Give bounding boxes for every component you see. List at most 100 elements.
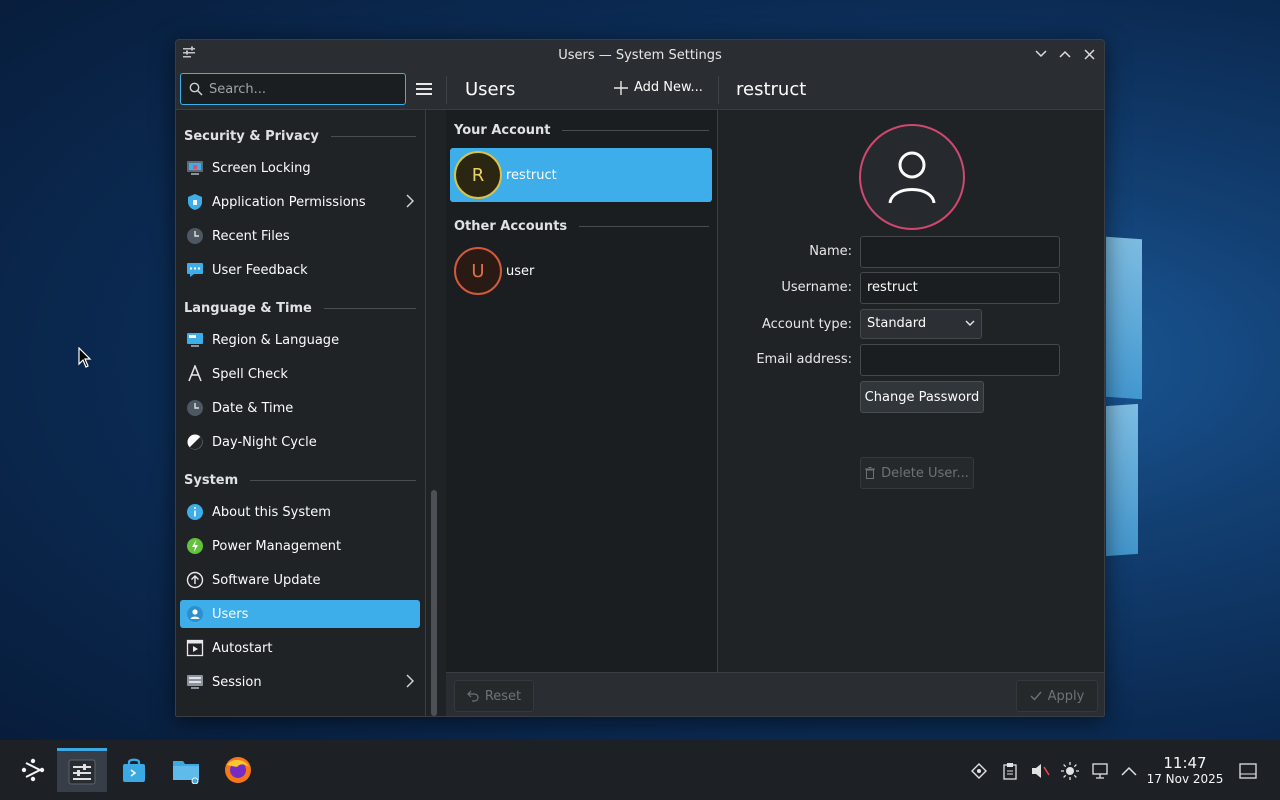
sidebar-item-label: Application Permissions bbox=[212, 194, 366, 210]
show-desktop-icon[interactable] bbox=[1237, 760, 1259, 782]
kde-connect-icon[interactable] bbox=[968, 760, 990, 782]
digital-clock[interactable]: 11:47 17 Nov 2025 bbox=[1140, 754, 1230, 786]
network-icon[interactable] bbox=[1089, 760, 1111, 782]
title-bar[interactable]: Users — System Settings bbox=[176, 40, 1104, 70]
user-avatar-button[interactable] bbox=[859, 124, 965, 230]
settings-app-icon bbox=[68, 759, 96, 784]
chevron-up-icon[interactable] bbox=[1118, 760, 1140, 782]
sidebar-item-about-system[interactable]: About this System bbox=[180, 498, 420, 526]
sidebar-item-power-management[interactable]: Power Management bbox=[180, 532, 420, 560]
minimize-button[interactable] bbox=[1032, 45, 1050, 63]
screen-lock-icon bbox=[186, 159, 204, 177]
sidebar-item-application-permissions[interactable]: Application Permissions bbox=[180, 188, 420, 216]
users-icon bbox=[186, 605, 204, 623]
sidebar-item-label: About this System bbox=[212, 504, 331, 520]
sidebar-scrollbar[interactable] bbox=[431, 490, 437, 716]
email-row: Email address: bbox=[718, 344, 1104, 376]
power-icon bbox=[186, 537, 204, 555]
sidebar-item-region-language[interactable]: Region & Language bbox=[180, 326, 420, 354]
search-icon bbox=[189, 82, 203, 96]
your-account-header: Your Account bbox=[454, 123, 709, 138]
sidebar-item-user-feedback[interactable]: User Feedback bbox=[180, 256, 420, 284]
sidebar-item-label: Users bbox=[212, 606, 249, 622]
taskbar-file-manager[interactable] bbox=[161, 748, 211, 792]
taskbar-system-settings[interactable] bbox=[57, 748, 107, 792]
username-row: Username: restruct bbox=[718, 272, 1104, 304]
account-item-user[interactable]: U user bbox=[450, 244, 712, 298]
sidebar-item-screen-locking[interactable]: Screen Locking bbox=[180, 154, 420, 182]
sidebar-item-label: Software Update bbox=[212, 572, 321, 588]
taskbar-discover[interactable] bbox=[109, 748, 159, 792]
avatar: U bbox=[454, 247, 502, 295]
username-field[interactable]: restruct bbox=[860, 272, 1060, 304]
close-button[interactable] bbox=[1080, 45, 1098, 63]
toolbar-divider bbox=[446, 76, 447, 104]
sidebar-item-day-night-cycle[interactable]: Day-Night Cycle bbox=[180, 428, 420, 456]
account-list: Your Account R restruct Other Accounts U… bbox=[446, 110, 718, 672]
folder-icon bbox=[173, 761, 199, 784]
brightness-icon[interactable] bbox=[1059, 760, 1081, 782]
name-row: Name: bbox=[718, 236, 1104, 268]
detail-title: restruct bbox=[736, 79, 807, 100]
trash-icon bbox=[865, 467, 876, 479]
delete-user-button[interactable]: Delete User... bbox=[860, 457, 974, 489]
sidebar-item-date-time[interactable]: Date & Time bbox=[180, 394, 420, 422]
clock-date: 17 Nov 2025 bbox=[1146, 772, 1224, 786]
reset-button[interactable]: Reset bbox=[454, 680, 534, 712]
account-type-select[interactable]: Standard bbox=[860, 309, 982, 339]
sidebar-item-label: Screen Locking bbox=[212, 160, 311, 176]
email-field[interactable] bbox=[860, 344, 1060, 376]
firefox-icon bbox=[225, 757, 251, 783]
search-input[interactable] bbox=[209, 81, 389, 97]
close-icon bbox=[1083, 48, 1095, 60]
apply-button[interactable]: Apply bbox=[1016, 680, 1098, 712]
clipboard-icon[interactable] bbox=[999, 760, 1021, 782]
name-field[interactable] bbox=[860, 236, 1060, 268]
account-type-value: Standard bbox=[867, 316, 927, 331]
undo-icon bbox=[466, 690, 479, 702]
avatar: R bbox=[454, 151, 502, 199]
update-icon bbox=[186, 571, 204, 589]
add-new-button[interactable]: Add New... bbox=[614, 80, 703, 95]
chevron-right-icon bbox=[406, 194, 414, 208]
taskbar-firefox[interactable] bbox=[213, 748, 263, 792]
change-password-button[interactable]: Change Password bbox=[860, 381, 984, 413]
checkmark-icon bbox=[1030, 691, 1042, 701]
sidebar-item-software-update[interactable]: Software Update bbox=[180, 566, 420, 594]
sidebar-item-label: Date & Time bbox=[212, 400, 294, 416]
taskbar: 11:47 17 Nov 2025 bbox=[0, 740, 1280, 800]
sidebar-item-autostart[interactable]: Autostart bbox=[180, 634, 420, 662]
username-label: Username: bbox=[781, 280, 852, 295]
other-accounts-header: Other Accounts bbox=[454, 219, 709, 234]
sidebar-item-label: Region & Language bbox=[212, 332, 340, 348]
sidebar-item-recent-files[interactable]: Recent Files bbox=[180, 222, 420, 250]
day-night-icon bbox=[186, 433, 204, 451]
sidebar-item-label: Power Management bbox=[212, 538, 342, 554]
clock-time: 11:47 bbox=[1163, 754, 1207, 772]
add-new-label: Add New... bbox=[634, 80, 703, 95]
sidebar-item-label: User Feedback bbox=[212, 262, 308, 278]
wallpaper-pane bbox=[1106, 403, 1138, 557]
sidebar-item-label: Spell Check bbox=[212, 366, 288, 382]
search-box[interactable] bbox=[180, 73, 406, 105]
section-header-security: Security & Privacy bbox=[184, 129, 416, 144]
spellcheck-icon bbox=[186, 365, 204, 383]
settings-app-icon[interactable] bbox=[182, 46, 196, 60]
sidebar-item-session[interactable]: Session bbox=[180, 668, 420, 696]
sidebar-item-users[interactable]: Users bbox=[180, 600, 420, 628]
toolbar-divider bbox=[718, 76, 719, 104]
chevron-down-icon bbox=[965, 310, 975, 338]
account-type-label: Account type: bbox=[761, 317, 852, 332]
toolbar: Users Add New... restruct bbox=[176, 70, 1104, 110]
menu-button[interactable] bbox=[414, 80, 434, 98]
chevron-right-icon bbox=[406, 674, 414, 688]
name-label: Name: bbox=[809, 244, 852, 259]
sidebar-item-label: Day-Night Cycle bbox=[212, 434, 317, 450]
application-launcher-button[interactable] bbox=[8, 748, 58, 792]
volume-muted-icon[interactable] bbox=[1029, 760, 1051, 782]
maximize-button[interactable] bbox=[1056, 45, 1074, 63]
clock-icon bbox=[186, 399, 204, 417]
sidebar-item-label: Autostart bbox=[212, 640, 273, 656]
account-item-restruct[interactable]: R restruct bbox=[450, 148, 712, 202]
sidebar-item-spell-check[interactable]: Spell Check bbox=[180, 360, 420, 388]
